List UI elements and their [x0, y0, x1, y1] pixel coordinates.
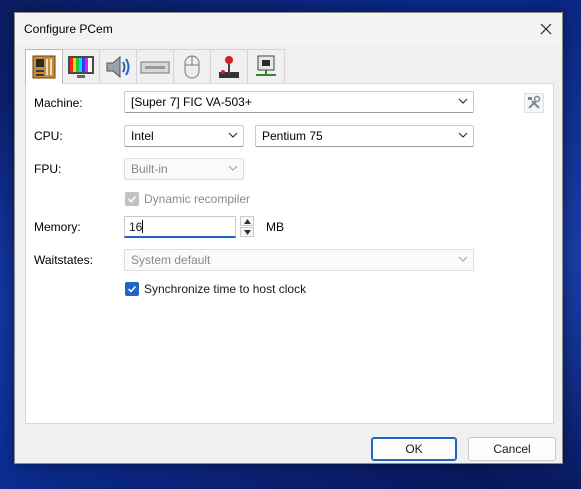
mouse-icon — [184, 55, 200, 78]
dynarec-label: Dynamic recompiler — [144, 192, 251, 206]
tab-input[interactable] — [173, 49, 211, 83]
machine-configure-button[interactable] — [524, 93, 544, 113]
memory-spinner — [240, 216, 254, 238]
waitstates-label: Waitstates: — [34, 253, 93, 267]
checkbox-box — [125, 282, 139, 296]
arrow-down-icon — [243, 229, 251, 235]
memory-increment-button[interactable] — [240, 216, 254, 226]
speaker-icon — [106, 55, 130, 78]
tab-storage[interactable] — [136, 49, 174, 83]
dynarec-checkbox[interactable]: Dynamic recompiler — [125, 192, 250, 206]
memory-value: 16 — [129, 220, 143, 234]
memory-decrement-button[interactable] — [240, 227, 254, 237]
checkmark-icon — [127, 195, 137, 203]
tools-icon — [528, 95, 541, 109]
memory-label: Memory: — [34, 220, 81, 234]
network-icon — [256, 55, 276, 76]
memory-input[interactable]: 16 — [124, 216, 236, 238]
chevron-down-icon — [228, 165, 238, 171]
chevron-down-icon — [228, 132, 238, 138]
machine-value: [Super 7] FIC VA-503+ — [131, 95, 252, 109]
cpu-model-value: Pentium 75 — [262, 129, 323, 143]
ok-button[interactable]: OK — [371, 437, 457, 461]
tab-sound[interactable] — [99, 49, 137, 83]
close-icon — [540, 23, 552, 35]
cpu-manufacturer-select[interactable]: Intel — [124, 125, 244, 147]
machine-label: Machine: — [34, 96, 83, 110]
tab-joystick[interactable] — [210, 49, 248, 83]
window-title: Configure PCem — [24, 22, 113, 36]
waitstates-value: System default — [131, 253, 211, 267]
sync-time-label: Synchronize time to host clock — [144, 282, 307, 296]
tab-display[interactable] — [62, 49, 100, 83]
waitstates-select[interactable]: System default — [124, 249, 474, 271]
chevron-down-icon — [458, 132, 468, 138]
cancel-button[interactable]: Cancel — [468, 437, 556, 461]
monitor-icon — [68, 55, 94, 78]
joystick-icon — [219, 55, 239, 78]
cpu-manufacturer-value: Intel — [131, 129, 154, 143]
machine-select[interactable]: [Super 7] FIC VA-503+ — [124, 91, 474, 113]
fpu-label: FPU: — [34, 162, 62, 176]
arrow-up-icon — [243, 218, 251, 224]
memory-unit: MB — [266, 220, 284, 234]
fpu-value: Built-in — [131, 162, 168, 176]
checkbox-box — [125, 192, 139, 206]
drive-icon — [140, 61, 170, 73]
chevron-down-icon — [458, 256, 468, 262]
title-bar: Configure PCem — [15, 13, 562, 45]
tab-machine[interactable] — [25, 49, 63, 84]
chevron-down-icon — [458, 98, 468, 104]
motherboard-icon — [32, 55, 56, 79]
checkmark-icon — [127, 285, 137, 293]
tab-network[interactable] — [247, 49, 285, 83]
sync-time-checkbox[interactable]: Synchronize time to host clock — [125, 282, 306, 296]
cpu-model-select[interactable]: Pentium 75 — [255, 125, 474, 147]
close-button[interactable] — [530, 13, 562, 45]
cpu-label: CPU: — [34, 129, 63, 143]
text-caret — [142, 220, 144, 233]
configure-dialog: Configure PCem Machine: [Super 7] FIC VA… — [14, 12, 563, 464]
fpu-select[interactable]: Built-in — [124, 158, 244, 180]
